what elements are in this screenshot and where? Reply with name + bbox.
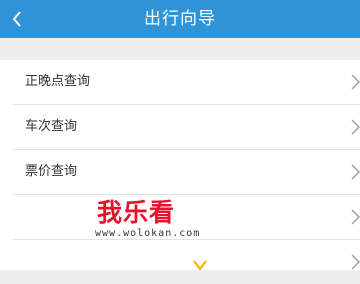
chevron-right-icon [351, 254, 360, 270]
menu-item-delay-query[interactable]: 正晚点查询 [0, 60, 360, 104]
menu-item-train-query[interactable]: 车次查询 [0, 105, 360, 149]
watermark-logo: 我乐看 [97, 198, 176, 227]
menu-item-5[interactable] [0, 240, 360, 284]
menu-item-label: 票价查询 [25, 164, 78, 179]
page-title: 出行向导 [144, 9, 216, 29]
chevron-right-icon [351, 119, 360, 135]
watermark-url: www.wolokan.com [95, 228, 201, 239]
menu-item-fare-query[interactable]: 票价查询 [0, 150, 360, 194]
top-nav-bar: 出行向导 [0, 0, 360, 38]
section-gap [0, 38, 360, 60]
chevron-right-icon [351, 164, 360, 180]
chevron-right-icon [351, 74, 360, 90]
chevron-right-icon [351, 209, 360, 225]
menu-item-label: 车次查询 [25, 119, 78, 134]
menu-item-label: 正晚点查询 [25, 74, 91, 89]
watermark-arrow-icon [193, 260, 207, 270]
